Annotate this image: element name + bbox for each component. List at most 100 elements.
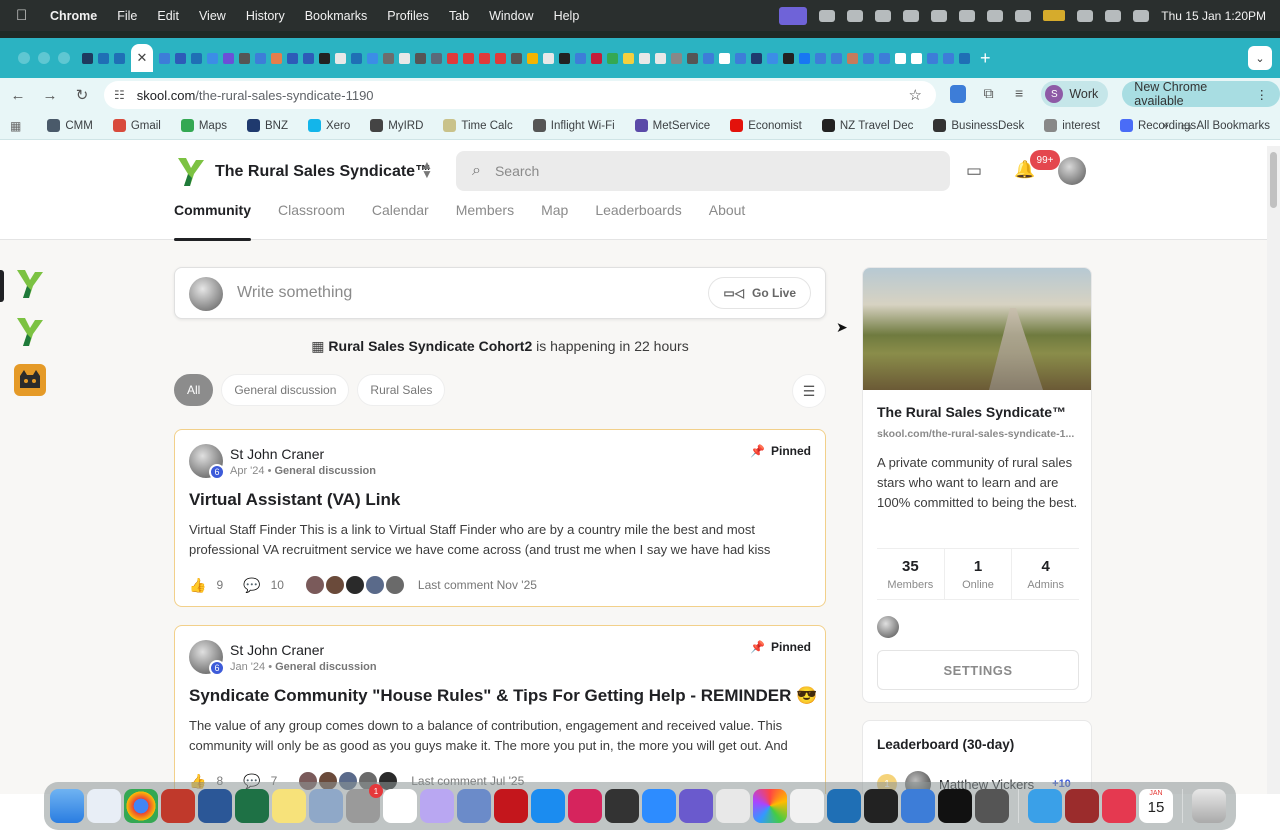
bookmark-item[interactable]: NZ Travel Dec xyxy=(821,119,913,132)
more-menu-icon[interactable]: ⋮ xyxy=(1256,87,1269,102)
app-icon[interactable] xyxy=(827,789,861,823)
app-store-icon[interactable] xyxy=(531,789,565,823)
page-scrollbar[interactable] xyxy=(1267,146,1280,794)
filter-all[interactable]: All xyxy=(174,374,214,406)
tab-favicon[interactable] xyxy=(335,52,346,64)
tab-favicon[interactable] xyxy=(287,52,298,64)
bookmark-item[interactable]: Gmail xyxy=(112,119,161,132)
tab-calendar[interactable]: Calendar xyxy=(372,202,429,240)
go-live-button[interactable]: ▭◁ Go Live xyxy=(708,277,811,309)
tray-app-icon[interactable] xyxy=(819,9,836,22)
back-arrow-icon[interactable]: ← xyxy=(4,87,32,104)
bookmark-item[interactable]: Time Calc xyxy=(443,119,513,132)
menu-view[interactable]: View xyxy=(199,9,226,23)
tab-favicon[interactable] xyxy=(767,52,778,64)
battery-icon[interactable] xyxy=(1043,10,1066,21)
extension-gear-icon[interactable] xyxy=(950,85,967,103)
apps-grid-icon[interactable]: ▦ xyxy=(10,119,21,133)
tab-favicon[interactable] xyxy=(319,52,330,64)
tab-favicon[interactable] xyxy=(82,52,93,64)
app-icon[interactable] xyxy=(420,789,454,823)
community-switcher-icon[interactable]: ▲ ▼ xyxy=(421,159,433,180)
tray-app-icon[interactable] xyxy=(931,9,948,22)
tab-favicon[interactable] xyxy=(271,52,282,64)
close-window-button[interactable] xyxy=(18,52,30,64)
bookmark-item[interactable]: Economist xyxy=(730,119,802,132)
tab-favicon[interactable] xyxy=(223,52,234,64)
chat-icon[interactable]: ▭ xyxy=(966,161,988,181)
tab-favicon[interactable] xyxy=(703,52,714,64)
tab-members[interactable]: Members xyxy=(456,202,514,240)
tab-favicon[interactable] xyxy=(207,52,218,64)
post-card[interactable]: 6 St John Craner Apr '24 • General discu… xyxy=(174,429,826,607)
tab-favicon[interactable] xyxy=(895,52,906,64)
upcoming-event-banner[interactable]: ▦ Rural Sales Syndicate Cohort2 is happe… xyxy=(174,338,826,355)
post-title[interactable]: Virtual Assistant (VA) Link xyxy=(189,490,400,510)
slack-icon[interactable] xyxy=(383,789,417,823)
commenter-avatar[interactable] xyxy=(323,574,346,596)
search-input[interactable]: ⌕ Search xyxy=(456,151,950,191)
app-grid-icon[interactable] xyxy=(716,789,750,823)
tab-classroom[interactable]: Classroom xyxy=(278,202,345,240)
profile-button[interactable]: S Work xyxy=(1041,81,1109,107)
user-icon[interactable] xyxy=(1015,9,1032,22)
bookmark-item[interactable]: MyIRD xyxy=(370,119,423,132)
new-tab-button[interactable]: + xyxy=(980,48,991,69)
tab-favicon[interactable] xyxy=(687,52,698,64)
menu-help[interactable]: Help xyxy=(554,9,580,23)
menubar-clock[interactable]: Thu 15 Jan 1:20PM xyxy=(1161,9,1266,23)
community-switch-rural-sales[interactable] xyxy=(14,268,46,300)
post-composer[interactable]: Write something ▭◁ Go Live xyxy=(174,267,826,319)
screenshot-icon[interactable] xyxy=(864,789,898,823)
tab-favicon[interactable] xyxy=(367,52,378,64)
filter-settings-icon[interactable]: ☰ xyxy=(792,374,826,408)
menu-edit[interactable]: Edit xyxy=(157,9,179,23)
tab-favicon[interactable] xyxy=(655,52,666,64)
tab-favicon[interactable] xyxy=(943,52,954,64)
tab-search-chevron-icon[interactable]: ⌄ xyxy=(1248,46,1272,70)
tab-favicon[interactable] xyxy=(671,52,682,64)
menu-chrome[interactable]: Chrome xyxy=(50,9,97,23)
tray-grid-icon[interactable] xyxy=(875,9,892,22)
reminders-icon[interactable] xyxy=(790,789,824,823)
commenter-avatar[interactable] xyxy=(343,574,366,596)
maximize-window-button[interactable] xyxy=(58,52,70,64)
tab-favicon[interactable] xyxy=(98,52,109,64)
member-avatar[interactable] xyxy=(877,616,899,638)
menu-window[interactable]: Window xyxy=(489,9,533,23)
calculator-icon[interactable] xyxy=(975,789,1009,823)
bookmark-item[interactable]: Inflight Wi-Fi xyxy=(532,119,615,132)
tab-favicon[interactable] xyxy=(351,52,362,64)
bookmarks-overflow-icon[interactable]: » xyxy=(1162,120,1168,132)
forward-arrow-icon[interactable]: → xyxy=(36,87,64,104)
post-card[interactable]: 6 St John Craner Jan '24 • General discu… xyxy=(174,625,826,794)
stat-members[interactable]: 35 Members xyxy=(877,549,945,599)
tab-favicon[interactable] xyxy=(783,52,794,64)
zoom-icon[interactable] xyxy=(642,789,676,823)
tab-favicon[interactable] xyxy=(559,52,570,64)
tab-favicon[interactable] xyxy=(239,52,250,64)
tab-favicon[interactable] xyxy=(751,52,762,64)
stat-admins[interactable]: 4 Admins xyxy=(1012,549,1079,599)
author-name[interactable]: St John Craner xyxy=(230,642,324,658)
bookmark-item[interactable]: interest xyxy=(1044,119,1100,132)
filter-rural-sales[interactable]: Rural Sales xyxy=(357,374,446,406)
spotlight-search-icon[interactable] xyxy=(1105,9,1122,22)
tab-favicon[interactable] xyxy=(815,52,826,64)
notes-icon[interactable] xyxy=(272,789,306,823)
tab-favicon[interactable] xyxy=(479,52,490,64)
post-category[interactable]: General discussion xyxy=(275,661,376,673)
tab-community[interactable]: Community xyxy=(174,202,251,241)
all-bookmarks-folder[interactable]: ▭ All Bookmarks xyxy=(1181,119,1270,133)
close-tab-icon[interactable]: ✕ xyxy=(137,50,148,66)
tab-favicon[interactable] xyxy=(799,52,810,64)
tab-favicon[interactable] xyxy=(495,52,506,64)
app-icon[interactable] xyxy=(901,789,935,823)
photos-icon[interactable] xyxy=(753,789,787,823)
tab-favicon[interactable] xyxy=(623,52,634,64)
comment-icon[interactable]: 💬 xyxy=(243,577,260,594)
commenter-avatar[interactable] xyxy=(303,574,326,596)
user-avatar[interactable] xyxy=(1058,157,1086,185)
tab-favicon[interactable] xyxy=(719,52,730,64)
event-name[interactable]: Rural Sales Syndicate Cohort2 xyxy=(328,338,532,354)
